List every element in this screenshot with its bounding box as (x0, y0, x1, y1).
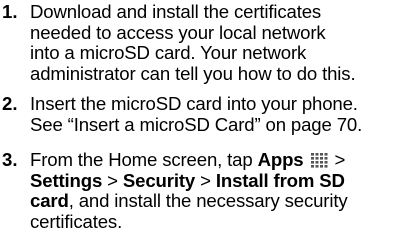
step-text-segment: > (329, 149, 346, 170)
apps-grid-dot (310, 157, 314, 160)
apps-grid-dot (310, 165, 314, 168)
install-from-sd-label: Install from SD (215, 169, 345, 191)
apps-grid-dot (324, 153, 327, 156)
install-from-sd-label-cont: card (30, 190, 69, 211)
apps-grid-dot (315, 165, 318, 168)
step-text: Insert the microSD card into your phone.… (30, 93, 400, 135)
step-line: Insert the microSD card into your phone. (30, 93, 358, 114)
apps-grid-dot (310, 161, 314, 164)
step-text-segment: , and install the necessary security (68, 190, 348, 211)
step-line: Settings > Security > Install from SD (30, 169, 400, 192)
step-line: into a microSD card. Your network (30, 42, 307, 63)
apps-label: Apps (257, 149, 304, 170)
step-line: needed to access your local network (30, 21, 326, 43)
step-number: 2. (2, 93, 18, 114)
apps-grid-dot (315, 157, 318, 160)
step-line: Download and install the certificates (30, 1, 322, 22)
step-line: card, and install the necessary security (30, 190, 400, 212)
step-number: 1. (2, 1, 18, 22)
step-line: From the Home screen, tap Apps > (30, 149, 400, 171)
apps-grid-dot (319, 161, 323, 164)
separator: > (195, 169, 216, 191)
settings-label: Settings (30, 169, 103, 191)
step-number: 3. (2, 149, 18, 170)
apps-grid-icon (310, 152, 329, 169)
apps-grid-dot (324, 161, 327, 164)
apps-grid-dot (319, 157, 323, 160)
step-line: administrator can tell you how to do thi… (30, 62, 356, 84)
apps-grid-dot (324, 157, 327, 160)
security-label: Security (122, 169, 196, 191)
step-text-segment: From the Home screen, tap (30, 149, 258, 170)
apps-grid-dot (319, 165, 323, 168)
step-text: From the Home screen, tap Apps > Setting… (30, 149, 400, 232)
apps-grid-dot (315, 161, 318, 164)
apps-grid-dot (324, 165, 327, 168)
separator: > (102, 169, 123, 191)
step-line: See “Insert a microSD Card” on page 70. (30, 113, 363, 135)
apps-grid-dot (315, 153, 318, 156)
step-line: certificates. (30, 210, 123, 232)
apps-grid-dot (319, 153, 323, 156)
apps-grid-dot (310, 153, 314, 156)
step-text: Download and install the certificates ne… (30, 1, 400, 84)
